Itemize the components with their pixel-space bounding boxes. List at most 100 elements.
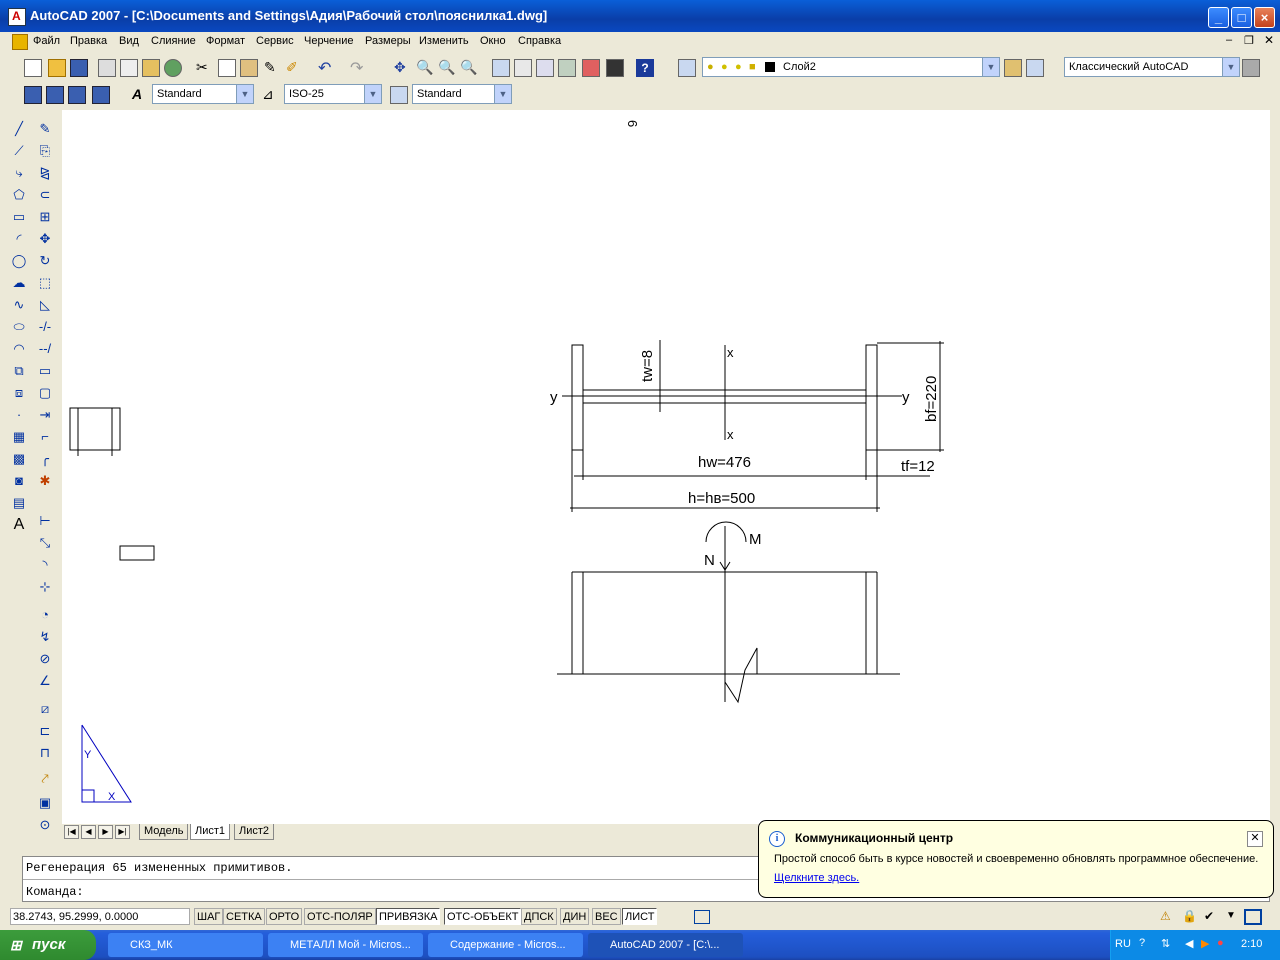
toggle-grid[interactable]: СЕТКА (223, 908, 265, 925)
view-icon[interactable] (24, 86, 42, 104)
spline-icon[interactable]: ∿ (9, 295, 29, 315)
polygon-icon[interactable]: ⬠ (9, 185, 29, 205)
tool-palettes-icon[interactable] (536, 59, 554, 77)
annotation-icon[interactable]: ✔ (1204, 909, 1214, 923)
zoom-previous-icon[interactable]: 🔍 (460, 59, 478, 77)
ellipse-icon[interactable]: ⬭ (9, 317, 29, 337)
menu-tools[interactable]: Сервис (256, 35, 294, 47)
paste-icon[interactable] (240, 59, 258, 77)
chevron-down-icon[interactable]: ▼ (1222, 58, 1239, 76)
workspace-settings-icon[interactable] (1242, 59, 1260, 77)
jogged-icon[interactable]: ↯ (35, 627, 55, 647)
ordinate-icon[interactable]: ⊹ (35, 577, 55, 597)
construction-line-icon[interactable]: ⟋ (9, 141, 29, 161)
dim-style-dropdown[interactable]: ISO-25 ▼ (284, 84, 382, 104)
array-icon[interactable]: ⊞ (35, 207, 55, 227)
angular-icon[interactable]: ∠ (35, 671, 55, 691)
point-icon[interactable]: · (9, 405, 29, 425)
chamfer-icon[interactable]: ⌐ (35, 427, 55, 447)
design-center-icon[interactable] (514, 59, 532, 77)
redo-icon[interactable]: ↷ (350, 58, 368, 77)
properties-icon[interactable] (492, 59, 510, 77)
menu-edit[interactable]: Правка (70, 35, 107, 47)
minimize-button[interactable]: _ (1208, 7, 1229, 28)
help-icon[interactable]: ? (636, 59, 654, 77)
menu-format[interactable]: Формат (206, 35, 245, 47)
view-icon[interactable] (68, 86, 86, 104)
start-button[interactable]: ⊞ пуск (0, 930, 96, 960)
pan-icon[interactable]: ✥ (394, 59, 412, 77)
toggle-ortho[interactable]: ОРТО (266, 908, 303, 925)
lock-icon[interactable]: 🔒 (1182, 909, 1197, 923)
radius-icon[interactable]: ◔ (35, 605, 55, 625)
network-icon[interactable]: ⇅ (1161, 937, 1170, 950)
dimension-style-icon[interactable]: ⊿ (262, 86, 280, 104)
toggle-ducs[interactable]: ДПСК (521, 908, 557, 925)
language-indicator[interactable]: RU (1115, 938, 1131, 950)
quick-dimension-icon[interactable]: ⧄ (35, 699, 55, 719)
text-style-icon[interactable]: A (132, 86, 150, 104)
table-style-dropdown[interactable]: Standard ▼ (412, 84, 512, 104)
task-word-contents[interactable]: Содержание - Micros... (428, 933, 583, 957)
offset-icon[interactable]: ⊂ (35, 185, 55, 205)
circle-icon[interactable]: ◯ (9, 251, 29, 271)
line-icon[interactable]: ╱ (9, 119, 29, 139)
layer-previous-icon[interactable] (1004, 59, 1022, 77)
media-icon[interactable]: ▶ (1201, 937, 1209, 950)
continue-icon[interactable]: ⊓ (35, 743, 55, 763)
menu-dimension[interactable]: Размеры (365, 35, 411, 47)
break-at-point-icon[interactable]: ▭ (35, 361, 55, 381)
status-menu-icon[interactable]: ▼ (1226, 910, 1236, 921)
zoom-window-icon[interactable]: 🔍 (438, 59, 456, 77)
insert-block-icon[interactable]: ⧉ (9, 361, 29, 381)
extend-icon[interactable]: --/ (35, 339, 55, 359)
diameter-icon[interactable]: ⊘ (35, 649, 55, 669)
last-tab-icon[interactable]: ▶| (115, 825, 130, 839)
rectangle-icon[interactable]: ▭ (9, 207, 29, 227)
command-prompt[interactable]: Команда: (26, 885, 84, 899)
clean-screen-icon[interactable] (1244, 909, 1262, 925)
table-icon[interactable]: ▤ (9, 493, 29, 513)
rotate-icon[interactable]: ↻ (35, 251, 55, 271)
opera-icon[interactable]: ● (1217, 937, 1224, 949)
workspace-dropdown[interactable]: Классический AutoCAD ▼ (1064, 57, 1240, 77)
trim-icon[interactable]: -/- (35, 317, 55, 337)
print-icon[interactable] (98, 59, 116, 77)
calculator-icon[interactable] (606, 59, 624, 77)
polyline-icon[interactable]: ⤷ (9, 163, 29, 183)
autocad-app-icon[interactable] (8, 8, 26, 26)
chevron-down-icon[interactable]: ▼ (236, 85, 253, 103)
first-tab-icon[interactable]: |◀ (64, 825, 79, 839)
erase-icon[interactable]: ✎ (35, 119, 55, 139)
toggle-paper[interactable]: ЛИСТ (622, 908, 658, 925)
document-icon[interactable] (12, 34, 28, 50)
markup-icon[interactable] (582, 59, 600, 77)
arc-length-icon[interactable]: ◝ (35, 555, 55, 575)
cut-icon[interactable]: ✂ (196, 59, 214, 77)
open-icon[interactable] (48, 59, 66, 77)
multiline-text-icon[interactable]: A (9, 515, 29, 535)
toggle-otrack[interactable]: ОТС-ОБЪЕКТ (444, 908, 522, 925)
viewport-icon[interactable] (694, 910, 710, 924)
toggle-osnap[interactable]: ПРИВЯЗКА (376, 908, 441, 925)
coordinates-display[interactable]: 38.2743, 95.2999, 0.0000 (10, 908, 190, 925)
menu-file[interactable]: Файл (33, 35, 60, 47)
menu-merge[interactable]: Слияние (151, 35, 196, 47)
task-autocad[interactable]: AutoCAD 2007 - [C:\... (588, 933, 743, 957)
scale-icon[interactable]: ⬚ (35, 273, 55, 293)
block-editor-icon[interactable]: ✐ (286, 59, 304, 77)
copy-object-icon[interactable]: ⎘ (35, 141, 55, 161)
tab-layout2[interactable]: Лист2 (234, 824, 275, 840)
quick-leader-icon[interactable]: ⤤ (35, 769, 55, 789)
new-icon[interactable] (24, 59, 42, 77)
help-tray-icon[interactable]: ? (1139, 937, 1145, 949)
chevron-down-icon[interactable]: ▼ (982, 58, 999, 76)
toggle-lwt[interactable]: ВЕС (592, 908, 621, 925)
aligned-dimension-icon[interactable]: ⤡ (35, 533, 55, 553)
ellipse-arc-icon[interactable]: ◠ (9, 339, 29, 359)
region-icon[interactable]: ◙ (9, 471, 29, 491)
3d-dwf-icon[interactable] (164, 59, 182, 77)
text-style-dropdown[interactable]: Standard ▼ (152, 84, 254, 104)
join-icon[interactable]: ⇥ (35, 405, 55, 425)
doc-minimize-button[interactable]: – (1226, 34, 1232, 46)
